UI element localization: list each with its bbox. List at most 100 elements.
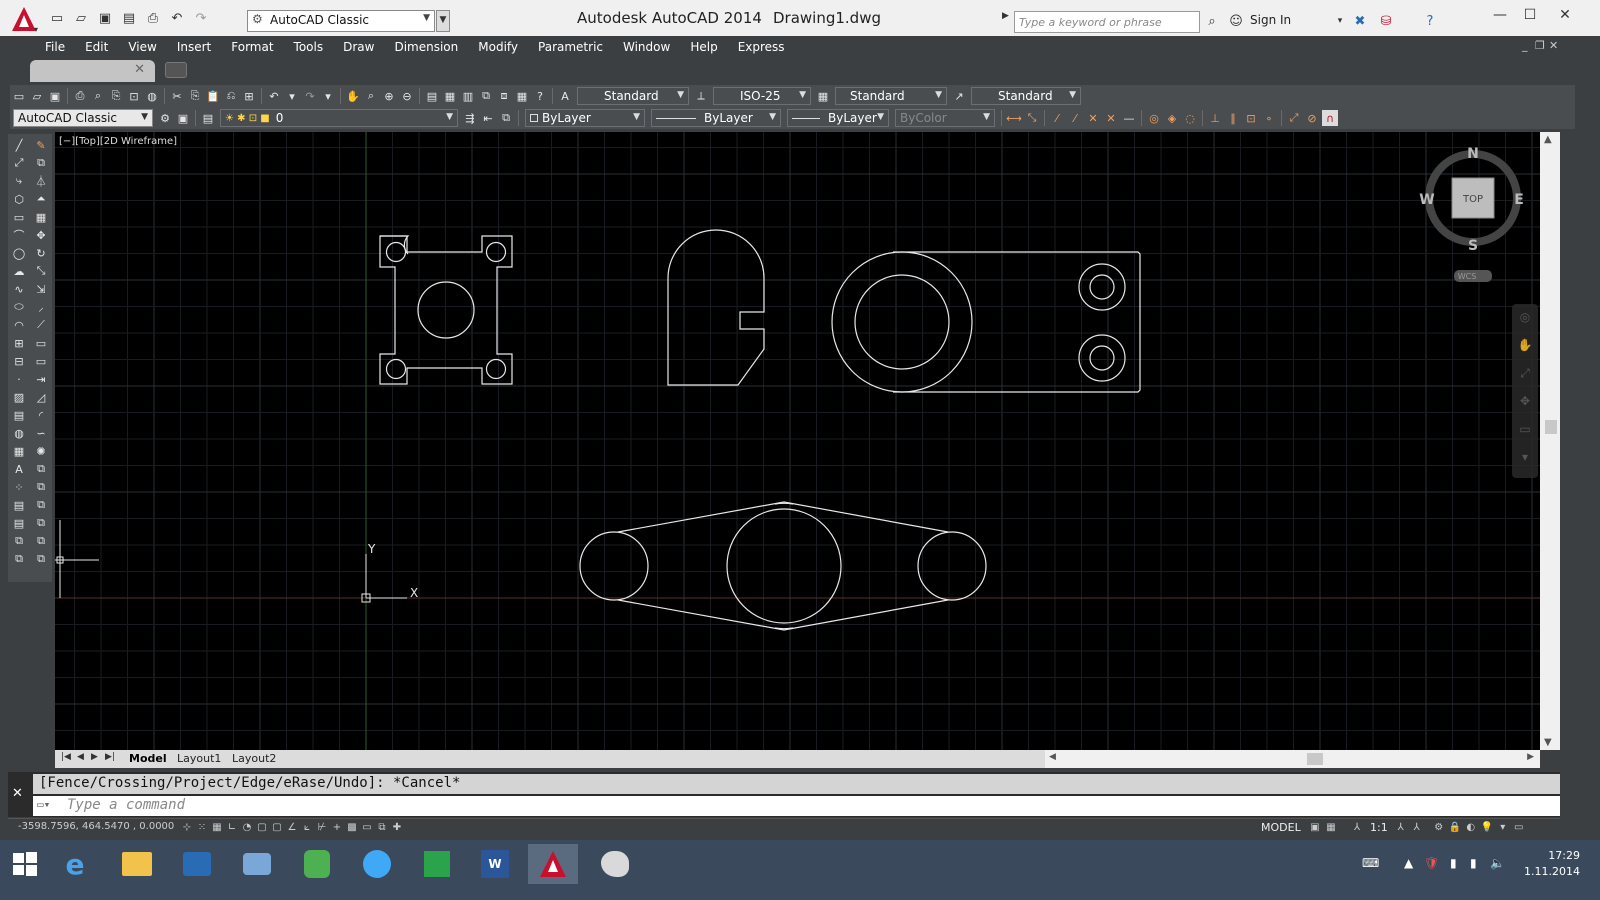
osnap-endpoint-icon[interactable]: ⁄ — [1049, 110, 1065, 126]
make-current-icon[interactable]: ⇶ — [462, 110, 478, 126]
layer-select[interactable]: ☀ ✱ ⊡ ■ 0 ▼ — [220, 109, 458, 127]
sheet-set-icon[interactable]: ⧉ — [478, 88, 494, 104]
extend-icon[interactable]: ⟋ — [32, 316, 50, 334]
network-icon[interactable]: ▮ — [1470, 856, 1477, 870]
menu-insert[interactable]: Insert — [177, 40, 211, 54]
doc-minimize-icon[interactable]: _ — [1522, 39, 1528, 52]
undo-icon[interactable]: ↶ — [266, 88, 282, 104]
infer-constraints-icon[interactable]: ⊹ — [180, 820, 194, 834]
chevron-down-icon[interactable]: ▾ — [320, 88, 336, 104]
blend-curves-icon[interactable]: ∽ — [32, 424, 50, 442]
corner-hole[interactable] — [485, 241, 507, 263]
dimension-linear-icon[interactable]: ⟷ — [1006, 110, 1022, 126]
osnap-settings-icon[interactable]: ∩ — [1322, 110, 1338, 126]
vertical-scrollbar[interactable]: ▲ ▼ — [1540, 132, 1560, 750]
break-icon[interactable]: ▭ — [32, 352, 50, 370]
copy-object-icon[interactable]: ⧉ — [32, 154, 50, 172]
zoom-window-icon[interactable]: ⊕ — [381, 88, 397, 104]
gradient-icon[interactable]: ▤ — [10, 406, 28, 424]
auto-scale-icon[interactable]: ⅄ — [1410, 820, 1424, 834]
drawing-surface[interactable]: Y X TOP N S E W WCS — [55, 132, 1540, 750]
scroll-left-icon[interactable]: ◀ — [1049, 752, 1056, 762]
3d-osnap-icon[interactable]: ▢ — [270, 820, 284, 834]
small-hole[interactable] — [1089, 274, 1115, 300]
dynamic-input-icon[interactable]: ⊬ — [315, 820, 329, 834]
binoculars-icon[interactable]: ⌕ — [1202, 11, 1222, 31]
file-explorer-icon[interactable] — [112, 844, 162, 884]
layer-icon-4[interactable]: ⧉ — [10, 550, 28, 568]
close-icon[interactable]: ✕ — [1550, 4, 1580, 26]
showmotion-icon[interactable]: ▭ — [1512, 416, 1538, 444]
annotation-monitor-icon[interactable]: ✚ — [390, 820, 404, 834]
redo-icon[interactable]: ↷ — [302, 88, 318, 104]
dim-style-icon[interactable]: ⟂ — [693, 88, 709, 104]
copy-icon[interactable]: ⎘ — [187, 88, 203, 104]
mleader-style-select[interactable]: Standard ▼ — [971, 87, 1081, 105]
block-editor-icon[interactable]: ⊞ — [241, 88, 257, 104]
zoom-extents-icon[interactable]: ⤢ — [1512, 360, 1538, 388]
undo-icon[interactable]: ↶ — [166, 7, 188, 29]
next-layout-icon[interactable]: ▶ — [91, 752, 98, 762]
word-icon[interactable]: W — [470, 844, 520, 884]
isolate-objects-icon[interactable]: 💡 — [1480, 820, 1494, 834]
point-icon[interactable]: · — [10, 370, 28, 388]
menu-parametric[interactable]: Parametric — [538, 40, 603, 54]
plot-icon[interactable]: ⎙ — [72, 88, 88, 104]
menu-view[interactable]: View — [128, 40, 156, 54]
polyline-icon[interactable]: ⤷ — [10, 172, 28, 190]
arc-icon[interactable]: ⌒ — [10, 226, 28, 244]
paste-icon[interactable]: 📋 — [205, 88, 221, 104]
zoom-previous-icon[interactable]: ⊖ — [399, 88, 415, 104]
transparency-icon[interactable]: ▩ — [345, 820, 359, 834]
spline-icon[interactable]: ∿ — [10, 280, 28, 298]
ellipse-arc-icon[interactable]: ◠ — [10, 316, 28, 334]
autocad-taskbar-icon[interactable] — [528, 844, 578, 884]
cursor-coordinates[interactable]: -3598.7596, 464.5470 , 0.0000 — [18, 821, 174, 832]
drawing-canvas[interactable]: Y X TOP N S E W WCS [−][Top][2D Wirefram… — [55, 132, 1540, 750]
menu-edit[interactable]: Edit — [85, 40, 108, 54]
open-icon[interactable]: ▱ — [70, 7, 92, 29]
send-under-icon[interactable]: ⧉ — [32, 532, 50, 550]
workspace-settings-icon[interactable]: ▣ — [175, 110, 191, 126]
close-icon[interactable]: ✕ — [12, 786, 23, 801]
draw-order-icon[interactable]: ⧉ — [32, 460, 50, 478]
tab-layout1[interactable]: Layout1 — [177, 752, 221, 765]
save-icon[interactable]: ▣ — [94, 7, 116, 29]
paint-icon[interactable] — [590, 844, 640, 884]
menu-file[interactable]: File — [45, 40, 65, 54]
hatch-icon[interactable]: ▨ — [10, 388, 28, 406]
text-style-select[interactable]: Standard ▼ — [577, 87, 689, 105]
osnap-midpoint-icon[interactable]: ⁄ — [1067, 110, 1083, 126]
menu-modify[interactable]: Modify — [478, 40, 518, 54]
layer-properties-icon[interactable]: ▤ — [200, 110, 216, 126]
bring-above-icon[interactable]: ⧉ — [32, 514, 50, 532]
start-button[interactable] — [0, 844, 50, 884]
maximize-icon[interactable]: ☐ — [1515, 4, 1545, 26]
tab-layout2[interactable]: Layout2 — [232, 752, 276, 765]
osnap-center-icon[interactable]: ◎ — [1146, 110, 1162, 126]
lock-ui-icon[interactable]: 🔒 — [1448, 820, 1462, 834]
gear-icon[interactable]: ⚙ — [157, 110, 173, 126]
table-style-select[interactable]: Standard ▼ — [835, 87, 947, 105]
new-icon[interactable]: ▭ — [46, 7, 68, 29]
construction-line-icon[interactable]: ⤢ — [10, 154, 28, 172]
mleader-style-icon[interactable]: ↗ — [951, 88, 967, 104]
polygon-icon[interactable]: ⬡ — [10, 190, 28, 208]
lineweight-toggle-icon[interactable]: + — [330, 820, 344, 834]
dimension-aligned-icon[interactable]: ⤡ — [1024, 110, 1040, 126]
linetype-select[interactable]: ByLayer ▼ — [651, 109, 781, 127]
layer-icon-3[interactable]: ⧉ — [10, 532, 28, 550]
evernote-icon[interactable] — [292, 844, 342, 884]
doc-restore-icon[interactable]: ❐ — [1535, 39, 1545, 52]
layer-icon-1[interactable]: ▤ — [10, 496, 28, 514]
annotation-scale-value[interactable]: 1:1 — [1370, 821, 1388, 834]
doc-close-icon[interactable]: ✕ — [1549, 39, 1558, 52]
ortho-mode-icon[interactable]: ∟ — [225, 820, 239, 834]
steering-wheel-icon[interactable]: ◎ — [1512, 304, 1538, 332]
osnap-apparent-icon[interactable]: ✕ — [1103, 110, 1119, 126]
workspace-switch-select[interactable]: AutoCAD Classic ▼ — [13, 109, 153, 127]
sign-in-button[interactable]: Sign In — [1250, 13, 1291, 27]
region-icon[interactable]: ◍ — [10, 424, 28, 442]
scroll-down-icon[interactable]: ▼ — [1544, 737, 1552, 748]
corner-hole[interactable] — [385, 358, 407, 380]
